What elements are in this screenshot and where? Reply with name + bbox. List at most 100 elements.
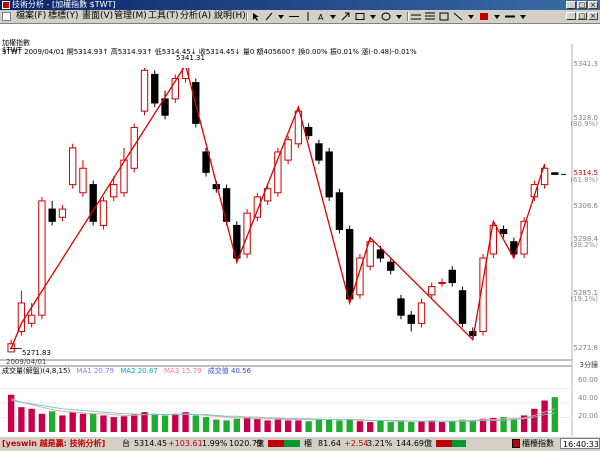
ma1-label: MA1 20.79 bbox=[76, 367, 114, 375]
volume-bar bbox=[284, 420, 292, 432]
candle-body bbox=[407, 314, 415, 324]
price-axis-label: (19.1%) bbox=[570, 295, 598, 304]
volume-bar bbox=[38, 413, 46, 432]
volume-axis-label: 40.00 bbox=[577, 394, 598, 402]
diagonal-tool-icon[interactable] bbox=[452, 11, 464, 22]
volume-bar bbox=[449, 421, 456, 432]
arrow-tool-icon[interactable] bbox=[340, 11, 352, 22]
dropdown-icon[interactable] bbox=[368, 11, 378, 22]
line-tool-icon[interactable] bbox=[264, 11, 274, 22]
volume-bar bbox=[223, 420, 230, 432]
volume-bar bbox=[541, 400, 548, 432]
candle-body bbox=[99, 200, 108, 226]
volume-bar bbox=[305, 421, 312, 432]
volume-bar bbox=[182, 412, 189, 432]
price-axis-label: 5306.6 bbox=[573, 201, 599, 210]
volume-bar bbox=[161, 415, 169, 432]
volume-bar bbox=[428, 420, 435, 432]
ticker-label[interactable]: 櫃檯指數 bbox=[522, 437, 554, 450]
volume-bar bbox=[7, 394, 15, 432]
line-style-icon[interactable] bbox=[504, 11, 516, 22]
menu-bar: 檔案(F) 標標(Y) 畫面(V) 管理(M) 工具(T) 分析(A) 說明(H… bbox=[0, 10, 600, 24]
menu-analysis[interactable]: 分析(A) bbox=[180, 10, 211, 23]
volume-bar bbox=[367, 422, 374, 432]
candle-body bbox=[27, 314, 36, 324]
menu-view[interactable]: 畫面(V) bbox=[82, 10, 113, 23]
volume-bar bbox=[315, 418, 323, 432]
candle-body bbox=[438, 282, 446, 285]
candle-body bbox=[48, 208, 56, 222]
otc-unit: 億 bbox=[424, 439, 432, 448]
taiex-bar-icon bbox=[268, 440, 284, 447]
mdi-close-button[interactable]: × bbox=[588, 12, 598, 20]
hline-tool-icon[interactable] bbox=[288, 11, 300, 22]
channel-tool-icon[interactable] bbox=[410, 11, 422, 22]
cursor-tool-icon[interactable] bbox=[250, 11, 262, 22]
mdi-restore-button[interactable]: □ bbox=[577, 12, 587, 20]
candle-body bbox=[499, 228, 508, 235]
text-tool-icon[interactable]: A bbox=[316, 11, 326, 22]
volume-bar bbox=[408, 422, 415, 432]
ticker-icon[interactable] bbox=[512, 439, 520, 448]
fibonacci-tool-icon[interactable] bbox=[424, 11, 436, 22]
menu-help[interactable]: 說明(H) bbox=[214, 10, 246, 23]
vline-tool-icon[interactable] bbox=[302, 11, 314, 22]
volume-bar bbox=[264, 420, 271, 432]
app-icon bbox=[2, 1, 10, 9]
volume-bar bbox=[120, 416, 128, 432]
menu-symbol[interactable]: 標標(Y) bbox=[48, 10, 79, 23]
candle-body bbox=[325, 151, 333, 198]
ma3-label: MA3 15.79 bbox=[164, 367, 202, 375]
window-controls: _ □ × bbox=[566, 1, 598, 9]
candle-body bbox=[376, 249, 385, 259]
volume-bar bbox=[192, 415, 199, 432]
volume-bar bbox=[59, 415, 66, 432]
taiex-pct: 1.99% bbox=[202, 439, 228, 448]
chart-area: $TWT 2009/04/01 開5314.93↑ 高5314.93↑ 低531… bbox=[0, 24, 600, 436]
menu-tools[interactable]: 工具(T) bbox=[148, 10, 179, 23]
rectangle-tool-icon[interactable] bbox=[354, 11, 366, 22]
document-icon[interactable] bbox=[2, 12, 11, 21]
volume-bar bbox=[551, 397, 559, 432]
mdi-minimize-button[interactable]: _ bbox=[566, 12, 576, 20]
volume-axis-label: 20.00 bbox=[577, 412, 598, 420]
svg-text:A: A bbox=[318, 13, 324, 21]
dropdown-icon[interactable] bbox=[466, 11, 476, 22]
dropdown-icon[interactable] bbox=[328, 11, 338, 22]
volume-bar bbox=[336, 420, 343, 432]
draw-color-icon[interactable] bbox=[438, 11, 450, 22]
dropdown-icon[interactable] bbox=[518, 11, 528, 22]
ellipse-tool-icon[interactable] bbox=[380, 11, 392, 22]
candle-body bbox=[387, 261, 395, 271]
volume-bar bbox=[418, 421, 425, 432]
minimize-button[interactable]: _ bbox=[566, 1, 576, 9]
taiex-change: +103.61 bbox=[168, 439, 203, 448]
price-axis-label: 5271.8 bbox=[573, 343, 599, 352]
dropdown-icon[interactable] bbox=[276, 11, 286, 22]
candle-body bbox=[304, 126, 313, 137]
clock: 16:40:33 bbox=[560, 438, 600, 449]
close-button[interactable]: × bbox=[588, 1, 598, 9]
quote-info-line: $TWT 2009/04/01 開5314.93↑ 高5314.93↑ 低531… bbox=[2, 48, 417, 56]
volume-bar bbox=[274, 419, 282, 432]
volume-bar bbox=[172, 413, 179, 432]
interval-label: 3分鐘 bbox=[579, 361, 598, 369]
dropdown-icon[interactable] bbox=[394, 11, 404, 22]
maximize-button[interactable]: □ bbox=[577, 1, 587, 9]
menu-file[interactable]: 檔案(F) bbox=[16, 10, 46, 23]
taiex-value: 5314.45 bbox=[134, 439, 168, 448]
candle-body bbox=[140, 69, 149, 112]
volume-bar bbox=[202, 417, 210, 432]
taiex-label: 台 bbox=[122, 439, 130, 448]
volume-bars bbox=[7, 394, 559, 432]
low-marker: 5271.83 bbox=[22, 349, 51, 357]
toolbar-separator bbox=[407, 12, 409, 21]
brand-label: [yeswin 越是贏: 技術分析] bbox=[2, 439, 106, 448]
volume-bar bbox=[397, 421, 405, 432]
volume-bar bbox=[69, 412, 76, 432]
dropdown-icon[interactable] bbox=[492, 11, 502, 22]
menu-manage[interactable]: 管理(M) bbox=[114, 10, 147, 23]
candle-body bbox=[469, 331, 477, 337]
otc-pct: 3.21% bbox=[367, 439, 393, 448]
fill-color-icon[interactable] bbox=[478, 11, 490, 22]
